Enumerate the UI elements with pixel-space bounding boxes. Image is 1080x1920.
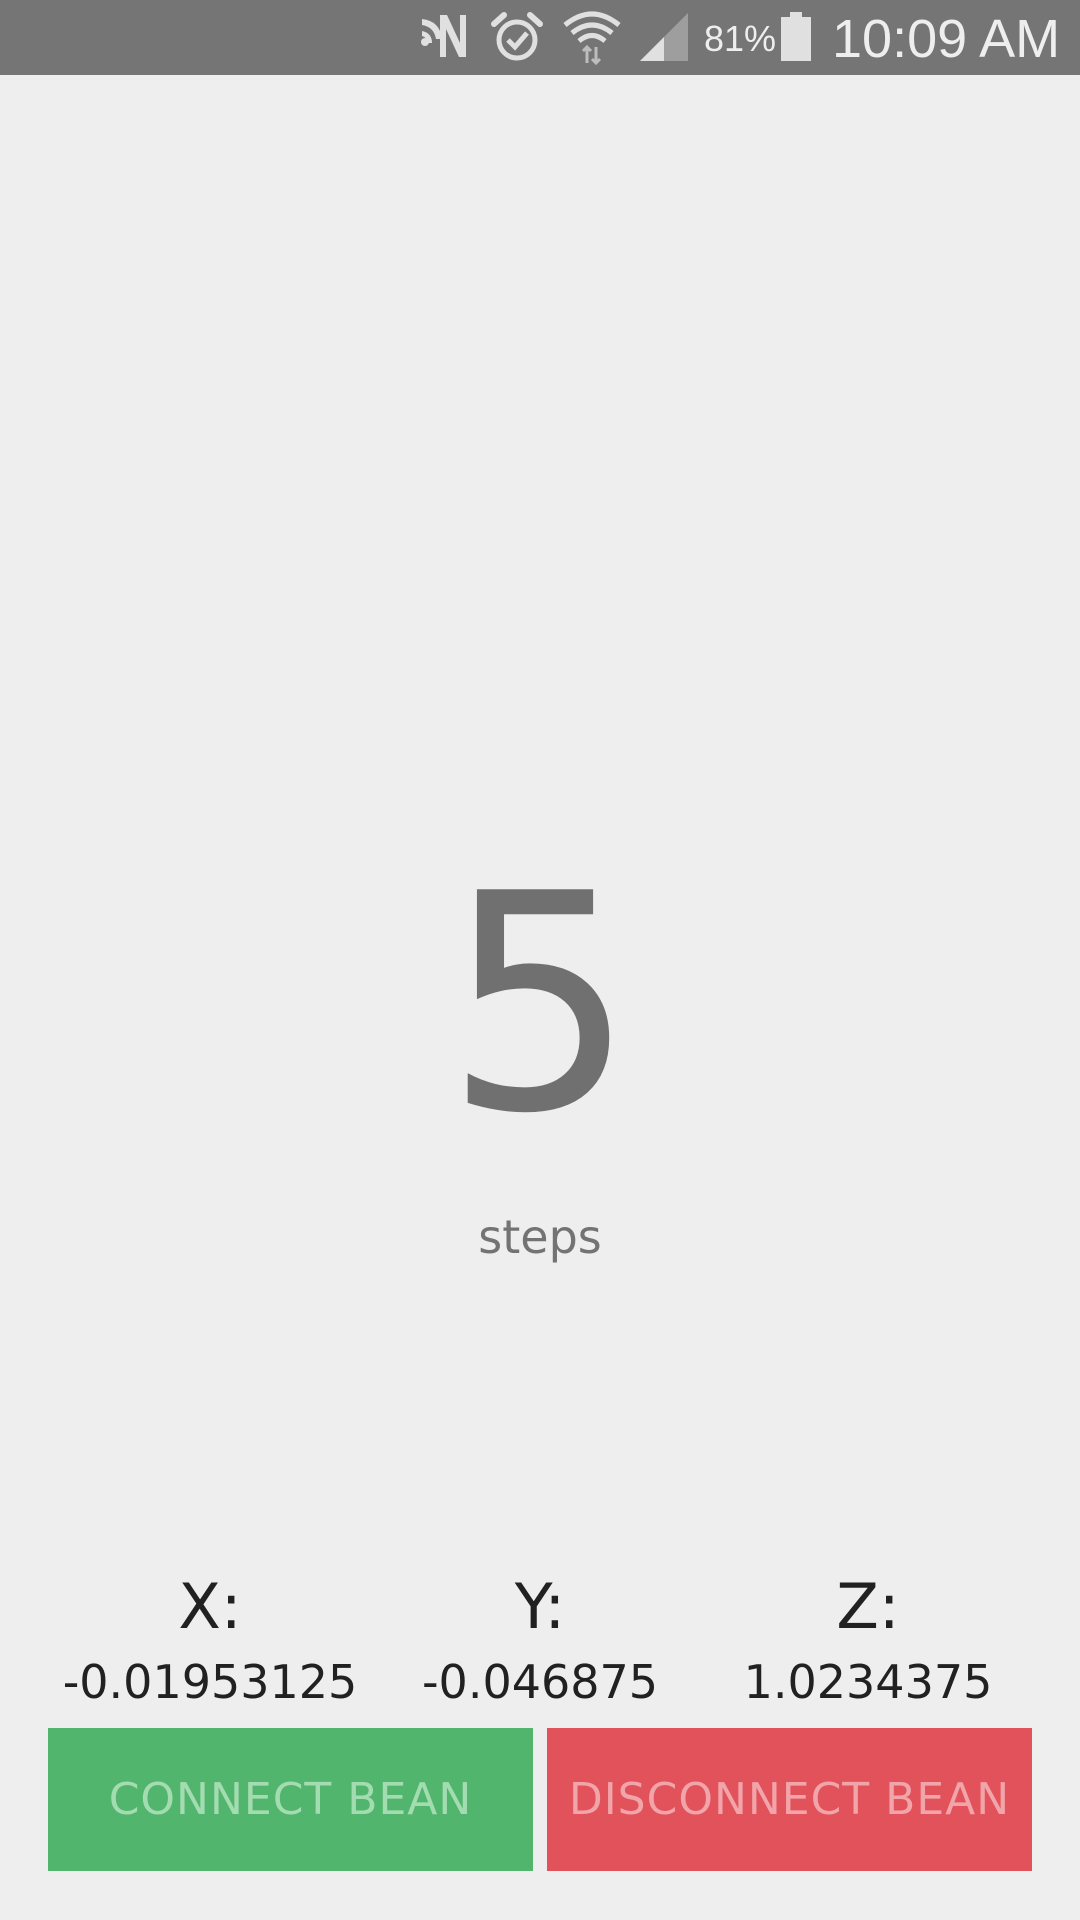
y-axis-label: Y: — [514, 1570, 566, 1643]
alarm-icon — [490, 8, 544, 66]
connect-bean-button[interactable]: CONNECT BEAN — [48, 1728, 533, 1871]
battery-icon — [780, 8, 812, 66]
z-axis-value: 1.0234375 — [743, 1655, 993, 1709]
x-axis-label: X: — [178, 1570, 242, 1643]
z-axis-label: Z: — [836, 1570, 900, 1643]
status-clock: 10:09 AM — [832, 9, 1061, 69]
step-count: 5 — [444, 830, 636, 1179]
x-axis-value: -0.01953125 — [62, 1655, 358, 1709]
battery-percent: 81% — [704, 18, 777, 59]
y-axis-value: -0.046875 — [421, 1655, 659, 1709]
nfc-icon — [418, 8, 470, 66]
disconnect-bean-button[interactable]: DISCONNECT BEAN — [547, 1728, 1032, 1871]
signal-icon — [638, 8, 690, 66]
wifi-icon — [563, 8, 621, 66]
status-bar: 81% 10:09 AM — [0, 0, 1080, 75]
step-unit-label: steps — [478, 1210, 602, 1264]
